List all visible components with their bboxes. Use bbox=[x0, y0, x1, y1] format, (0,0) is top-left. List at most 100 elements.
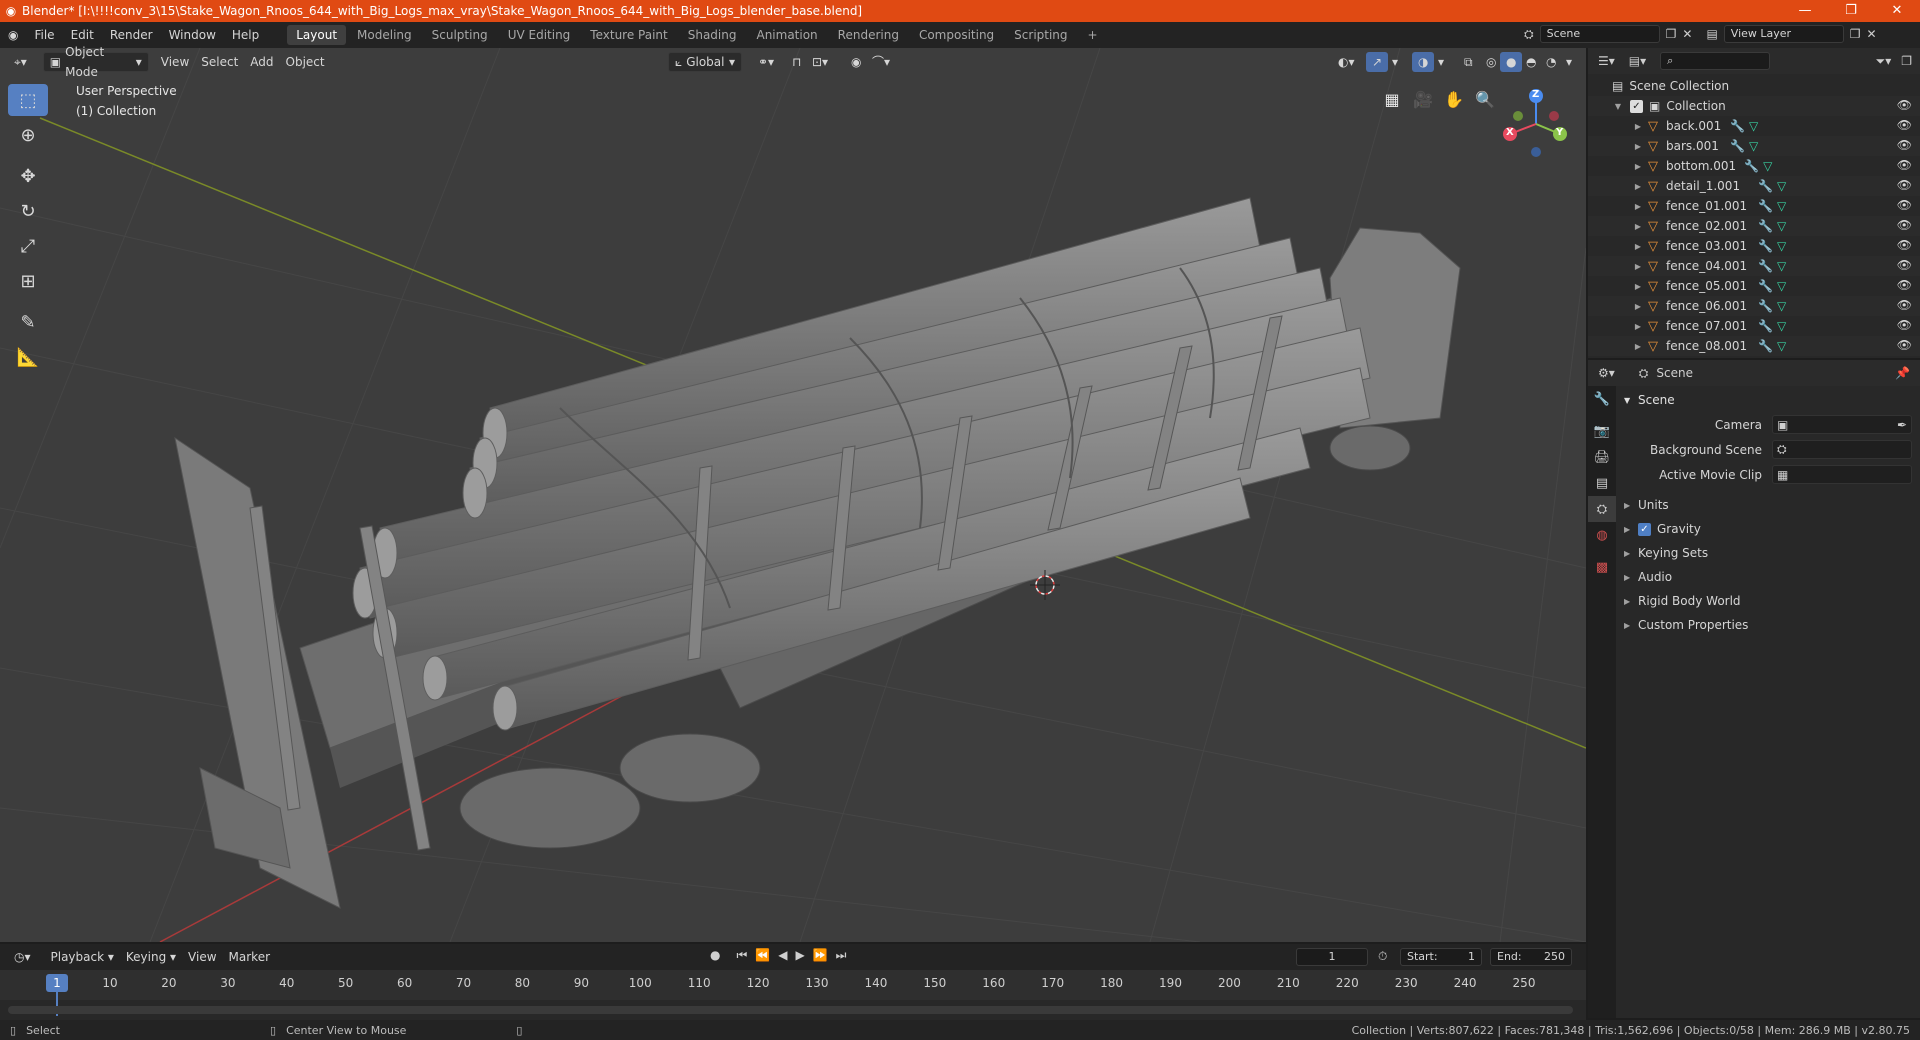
zoom-icon[interactable]: 🔍 bbox=[1471, 86, 1499, 114]
tab-modeling[interactable]: Modeling bbox=[348, 25, 421, 45]
expand-arrow-icon[interactable]: ▶ bbox=[1632, 242, 1644, 251]
prev-keyframe-icon[interactable]: ⏪ bbox=[755, 948, 770, 963]
camera-field[interactable]: ▣ ✒ bbox=[1772, 415, 1912, 434]
transform-tool[interactable]: ⊞ bbox=[8, 265, 48, 297]
mesh-data-icon[interactable]: ▽ bbox=[1763, 159, 1772, 173]
cursor-tool[interactable]: ⊕ bbox=[8, 119, 48, 151]
eye-icon[interactable]: 👁 bbox=[1897, 318, 1912, 332]
outliner-search-input[interactable]: ⌕ bbox=[1660, 52, 1771, 70]
move-tool[interactable]: ✥ bbox=[8, 160, 48, 192]
restore-button[interactable]: ❐ bbox=[1828, 0, 1874, 22]
outliner-object-row[interactable]: ▶ ▽ bars.001 🔧 ▽ 👁 bbox=[1588, 136, 1920, 156]
current-frame-field[interactable]: 1 bbox=[1296, 948, 1368, 966]
snap-target-icon[interactable]: ⊡▾ bbox=[806, 52, 834, 72]
outliner-object-row[interactable]: ▶ ▽ fence_04.001 🔧 ▽ 👁 bbox=[1588, 256, 1920, 276]
eye-icon[interactable]: 👁 bbox=[1897, 338, 1912, 352]
tab-animation[interactable]: Animation bbox=[747, 25, 826, 45]
menu-keying[interactable]: Keying ▾ bbox=[120, 947, 182, 967]
tab-shading[interactable]: Shading bbox=[679, 25, 746, 45]
navigation-gizmo[interactable]: Z Y X bbox=[1496, 84, 1576, 164]
output-tab-icon[interactable]: 🖨 bbox=[1588, 444, 1616, 470]
xray-icon[interactable]: ⧉ bbox=[1458, 52, 1479, 72]
shading-dropdown-icon[interactable]: ▾ bbox=[1560, 52, 1578, 72]
eye-icon[interactable]: 👁 bbox=[1897, 178, 1912, 192]
mesh-data-icon[interactable]: ▽ bbox=[1777, 299, 1786, 313]
next-keyframe-icon[interactable]: ⏩ bbox=[813, 948, 828, 963]
collection-checkbox[interactable]: ✓ bbox=[1630, 99, 1643, 113]
outliner-object-row[interactable]: ▶ ▽ back.001 🔧 ▽ 👁 bbox=[1588, 116, 1920, 136]
expand-arrow-icon[interactable]: ▶ bbox=[1632, 322, 1644, 331]
remove-scene-icon[interactable]: ✕ bbox=[1682, 27, 1692, 41]
modifier-wrench-icon[interactable]: 🔧 bbox=[1758, 259, 1773, 273]
active-movie-clip-field[interactable]: ▦ bbox=[1772, 465, 1912, 484]
expand-arrow-icon[interactable]: ▶ bbox=[1632, 222, 1644, 231]
eye-icon[interactable]: 👁 bbox=[1897, 118, 1912, 132]
mesh-data-icon[interactable]: ▽ bbox=[1777, 279, 1786, 293]
start-frame-field[interactable]: Start: 1 bbox=[1400, 948, 1482, 966]
jump-start-icon[interactable]: ⏮ bbox=[736, 948, 747, 963]
eye-icon[interactable]: 👁 bbox=[1897, 158, 1912, 172]
menu-timeline-view[interactable]: View bbox=[182, 947, 222, 967]
play-icon[interactable]: ▶ bbox=[795, 948, 804, 963]
expand-arrow-icon[interactable]: ▼ bbox=[1612, 102, 1624, 111]
clock-icon[interactable]: ⏱ bbox=[1378, 949, 1387, 964]
toggle-grid-view-icon[interactable]: ▦ bbox=[1378, 86, 1406, 114]
camera-view-icon[interactable]: 🎥 bbox=[1409, 86, 1437, 114]
view-layer-selector[interactable]: View Layer bbox=[1723, 25, 1844, 43]
new-scene-icon[interactable]: ❐ bbox=[1666, 27, 1677, 41]
scene-tab-icon[interactable]: ⛭ bbox=[1588, 496, 1616, 522]
modifier-wrench-icon[interactable]: 🔧 bbox=[1730, 119, 1745, 133]
modifier-wrench-icon[interactable]: 🔧 bbox=[1758, 299, 1773, 313]
render-tab-icon[interactable]: 📷 bbox=[1588, 418, 1616, 444]
object-mode-dropdown[interactable]: ▣ Object Mode ▾ bbox=[42, 45, 149, 79]
modifier-wrench-icon[interactable]: 🔧 bbox=[1758, 339, 1773, 353]
collection-row[interactable]: ▼ ✓ ▣ Collection 👁 bbox=[1588, 96, 1920, 116]
expand-arrow-icon[interactable]: ▶ bbox=[1632, 182, 1644, 191]
tab-texture-paint[interactable]: Texture Paint bbox=[581, 25, 676, 45]
tab-rendering[interactable]: Rendering bbox=[829, 25, 908, 45]
pivot-point-icon[interactable]: ⚭▾ bbox=[752, 52, 780, 72]
play-reverse-icon[interactable]: ◀ bbox=[778, 948, 787, 963]
remove-view-layer-icon[interactable]: ✕ bbox=[1867, 27, 1877, 41]
modifier-wrench-icon[interactable]: 🔧 bbox=[1758, 219, 1773, 233]
modifier-wrench-icon[interactable]: 🔧 bbox=[1730, 139, 1745, 153]
tab-scripting[interactable]: Scripting bbox=[1005, 25, 1076, 45]
expand-arrow-icon[interactable]: ▶ bbox=[1632, 142, 1644, 151]
rotate-tool[interactable]: ↻ bbox=[8, 195, 48, 227]
minimize-button[interactable]: — bbox=[1782, 0, 1828, 22]
menu-help[interactable]: Help bbox=[224, 22, 267, 48]
menu-playback[interactable]: Playback ▾ bbox=[45, 947, 120, 967]
keying-sets-panel[interactable]: ▶ Keying Sets bbox=[1624, 541, 1914, 565]
visibility-icon[interactable]: ◐▾ bbox=[1332, 52, 1361, 72]
outliner-object-row[interactable]: ▶ ▽ fence_01.001 🔧 ▽ 👁 bbox=[1588, 196, 1920, 216]
annotate-tool[interactable]: ✎ bbox=[8, 306, 48, 338]
mesh-data-icon[interactable]: ▽ bbox=[1777, 239, 1786, 253]
expand-arrow-icon[interactable]: ▶ bbox=[1632, 122, 1644, 131]
eye-icon[interactable]: 👁 bbox=[1897, 138, 1912, 152]
mesh-data-icon[interactable]: ▽ bbox=[1777, 319, 1786, 333]
gravity-panel[interactable]: ▶ ✓ Gravity bbox=[1624, 517, 1914, 541]
editor-type-icon[interactable]: ⌖▾ bbox=[8, 52, 33, 72]
menu-marker[interactable]: Marker bbox=[223, 947, 276, 967]
properties-editor-type-icon[interactable]: ⚙▾ bbox=[1598, 366, 1615, 380]
modifier-wrench-icon[interactable]: 🔧 bbox=[1758, 179, 1773, 193]
outliner-editor-type-icon[interactable]: ☰▾ bbox=[1598, 54, 1615, 68]
outliner-object-row[interactable]: ▶ ▽ detail_1.001 🔧 ▽ 👁 bbox=[1588, 176, 1920, 196]
eye-icon[interactable]: 👁 bbox=[1897, 218, 1912, 232]
outliner-object-row[interactable]: ▶ ▽ fence_02.001 🔧 ▽ 👁 bbox=[1588, 216, 1920, 236]
new-collection-icon[interactable]: ❐ bbox=[1901, 54, 1912, 68]
eyedropper-icon[interactable]: ✒ bbox=[1897, 418, 1907, 432]
eye-icon[interactable]: 👁 bbox=[1897, 258, 1912, 272]
scale-tool[interactable]: ⤢ bbox=[8, 230, 48, 262]
close-button[interactable]: ✕ bbox=[1874, 0, 1920, 22]
expand-arrow-icon[interactable]: ▶ bbox=[1632, 302, 1644, 311]
current-frame-indicator[interactable]: 1 bbox=[46, 974, 68, 992]
3d-viewport[interactable] bbox=[0, 48, 1586, 942]
mesh-data-icon[interactable]: ▽ bbox=[1777, 199, 1786, 213]
falloff-icon[interactable]: ⌒▾ bbox=[866, 52, 896, 72]
outliner-object-row[interactable]: ▶ ▽ fence_08.001 🔧 ▽ 👁 bbox=[1588, 336, 1920, 356]
expand-arrow-icon[interactable]: ▶ bbox=[1632, 262, 1644, 271]
menu-add[interactable]: Add bbox=[244, 52, 279, 72]
timeline-scrollbar[interactable] bbox=[8, 1006, 1573, 1014]
mesh-data-icon[interactable]: ▽ bbox=[1777, 219, 1786, 233]
